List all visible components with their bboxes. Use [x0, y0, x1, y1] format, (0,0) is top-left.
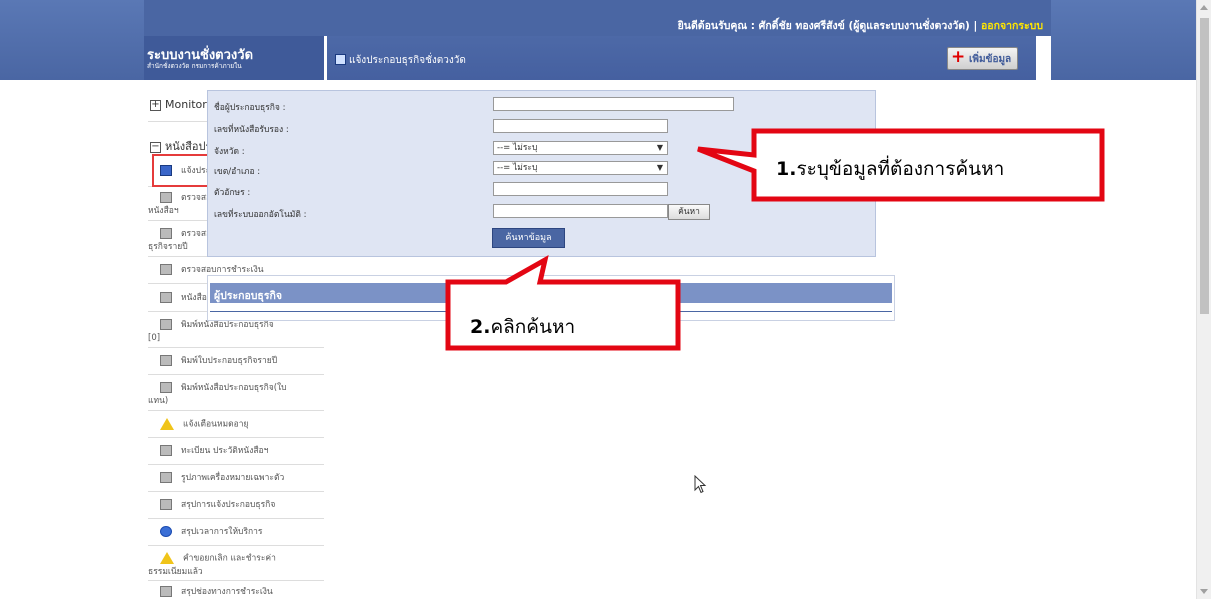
dropdown-arrow-icon: ▼	[656, 163, 663, 172]
mouse-cursor-icon	[694, 475, 707, 494]
brand: ระบบงานชั่งตวงวัด สำนักชั่งตวงวัด กรมการ…	[144, 36, 324, 80]
sidebar-item-label: ธรรมเนียมแล้ว	[148, 566, 203, 577]
business-name-label: ชื่อผู้ประกอบธุรกิจ :	[214, 103, 286, 113]
page-header: แจ้งประกอบธุรกิจชั่งตวงวัด + เพิ่มข้อมูล	[327, 36, 1036, 80]
document-icon	[160, 586, 172, 597]
printer-icon	[160, 264, 172, 275]
cert-no-label: เลขที่หนังสือรับรอง :	[214, 125, 289, 135]
letter-label: ตัวอักษร :	[214, 188, 251, 198]
business-name-input[interactable]	[493, 97, 734, 111]
logout-link[interactable]: ออกจากระบบ	[981, 20, 1043, 32]
divider	[148, 464, 324, 465]
sidebar-item-label: สรุปการแจ้งประกอบธุรกิจ	[181, 500, 276, 510]
sidebar-item-label: ทะเบียน ประวัติหนังสือฯ	[181, 446, 269, 456]
sidebar-item-marks[interactable]: รูปภาพเครื่องหมายเฉพาะตัว	[148, 472, 324, 485]
sidebar-item-service-time[interactable]: สรุปเวลาการให้บริการ	[148, 526, 324, 539]
auto-no-input[interactable]	[493, 204, 668, 218]
cert-no-input[interactable]	[493, 119, 668, 133]
sidebar-item-cancel-request[interactable]: คำขอยกเลิก และชำระค่า ธรรมเนียมแล้ว	[148, 552, 324, 579]
warning-icon	[160, 418, 174, 430]
sidebar-item-label: พิมพ์ใบประกอบธุรกิจรายปี	[181, 356, 278, 366]
results-title: ผู้ประกอบธุรกิจ	[214, 290, 282, 302]
district-select[interactable]: --= ไม่ระบุ ▼	[493, 161, 668, 175]
scrollbar-thumb[interactable]	[1200, 18, 1209, 314]
district-label: เขต/อำเภอ :	[214, 167, 261, 177]
printer-icon	[160, 192, 172, 203]
sidebar-item-payment-channels[interactable]: สรุปช่องทางการชำระเงิน	[148, 586, 324, 599]
scroll-down-icon[interactable]	[1200, 589, 1208, 594]
scroll-up-icon[interactable]	[1200, 5, 1208, 10]
find-button[interactable]: ค้นหา	[668, 204, 710, 220]
sidebar-item-summary-business[interactable]: สรุปการแจ้งประกอบธุรกิจ	[148, 499, 324, 512]
info-icon	[160, 526, 172, 537]
letter-input[interactable]	[493, 182, 668, 196]
vertical-scrollbar[interactable]	[1196, 0, 1211, 599]
sidebar-item-print-business-letter[interactable]: พิมพ์หนังสือประกอบธุรกิจ [0]	[148, 319, 324, 345]
add-data-label: เพิ่มข้อมูล	[969, 54, 1012, 65]
printer-icon	[160, 228, 172, 239]
divider	[148, 347, 324, 348]
divider	[148, 518, 324, 519]
divider	[148, 437, 324, 438]
document-icon	[160, 499, 172, 510]
sidebar-item-label: สรุปช่องทางการชำระเงิน	[181, 587, 273, 597]
page: ยินดีต้อนรับคุณ : ศักดิ์ชัย ทองศรีสังข์ …	[0, 0, 1196, 599]
plus-icon: +	[951, 47, 966, 67]
sidebar-group-monitor[interactable]: + Monitor	[150, 98, 207, 111]
province-value: --= ไม่ระบุ	[497, 143, 538, 153]
welcome-text: ยินดีต้อนรับคุณ : ศักดิ์ชัย ทองศรีสังข์ …	[677, 20, 978, 32]
province-select[interactable]: --= ไม่ระบุ ▼	[493, 141, 668, 155]
step-text: ระบุข้อมูลที่ต้องการค้นหา	[796, 158, 1005, 180]
sidebar-item-history[interactable]: ทะเบียน ประวัติหนังสือฯ	[148, 445, 324, 458]
sidebar-item-label: หนังสือฯ	[148, 206, 179, 216]
district-value: --= ไม่ระบุ	[497, 163, 538, 173]
search-data-button[interactable]: ค้นหาข้อมูล	[492, 228, 565, 248]
list-icon	[160, 445, 172, 456]
divider	[148, 410, 324, 411]
sidebar-item-label: ตรวจสอบการชำระเงิน	[181, 265, 264, 275]
collapse-icon: −	[150, 140, 161, 153]
top-bar: ยินดีต้อนรับคุณ : ศักดิ์ชัย ทองศรีสังข์ …	[144, 0, 1051, 36]
step-number: 2.	[470, 316, 491, 338]
sidebar-item-label: พิมพ์หนังสือประกอบธุรกิจ(ใบ	[181, 383, 287, 393]
step-number: 1.	[776, 158, 797, 180]
warning-icon	[160, 552, 174, 564]
step-text: คลิกค้นหา	[490, 316, 576, 338]
sidebar-group-label: Monitor	[165, 98, 207, 111]
sidebar-item-label: [0]	[148, 333, 161, 343]
sidebar-item-label: พิมพ์หนังสือประกอบธุรกิจ	[181, 320, 274, 330]
callout-step-2-text: 2.คลิกค้นหา	[470, 312, 575, 342]
image-icon	[160, 472, 172, 483]
printer-icon	[160, 382, 172, 393]
sidebar-item-label: สรุปเวลาการให้บริการ	[181, 527, 263, 537]
divider	[148, 545, 324, 546]
sidebar-item-label: แทน)	[148, 396, 169, 406]
sidebar-item-label: รูปภาพเครื่องหมายเฉพาะตัว	[181, 473, 285, 483]
sidebar-item-label: ธุรกิจรายปี	[148, 242, 188, 252]
auto-no-label: เลขที่ระบบออกอัตโนมัติ :	[214, 210, 307, 220]
divider	[148, 491, 324, 492]
expand-icon: +	[150, 98, 161, 111]
add-data-button[interactable]: + เพิ่มข้อมูล	[947, 47, 1018, 70]
printer-icon	[160, 355, 172, 366]
sidebar-item-label: คำขอยกเลิก และชำระค่า	[183, 553, 276, 564]
sidebar-item-expiry-alert[interactable]: แจ้งเตือนหมดอายุ	[148, 418, 324, 432]
sidebar-item-print-replacement[interactable]: พิมพ์หนังสือประกอบธุรกิจ(ใบ แทน)	[148, 382, 324, 408]
user-info: ยินดีต้อนรับคุณ : ศักดิ์ชัย ทองศรีสังข์ …	[678, 17, 1043, 34]
dropdown-arrow-icon: ▼	[656, 143, 663, 152]
province-label: จังหวัด :	[214, 147, 245, 157]
brand-subtitle: สำนักชั่งตวงวัด กรมการค้าภายใน	[147, 62, 242, 70]
sidebar-item-label: แจ้งเตือนหมดอายุ	[183, 419, 249, 430]
edit-icon	[160, 292, 172, 303]
printer-icon	[160, 319, 172, 330]
divider	[148, 580, 324, 581]
form-icon	[335, 54, 346, 65]
callout-step-1-text: 1.ระบุข้อมูลที่ต้องการค้นหา	[776, 154, 1004, 184]
page-title: แจ้งประกอบธุรกิจชั่งตวงวัด	[349, 55, 466, 66]
divider	[148, 374, 324, 375]
sidebar-item-print-yearly[interactable]: พิมพ์ใบประกอบธุรกิจรายปี	[148, 355, 324, 368]
